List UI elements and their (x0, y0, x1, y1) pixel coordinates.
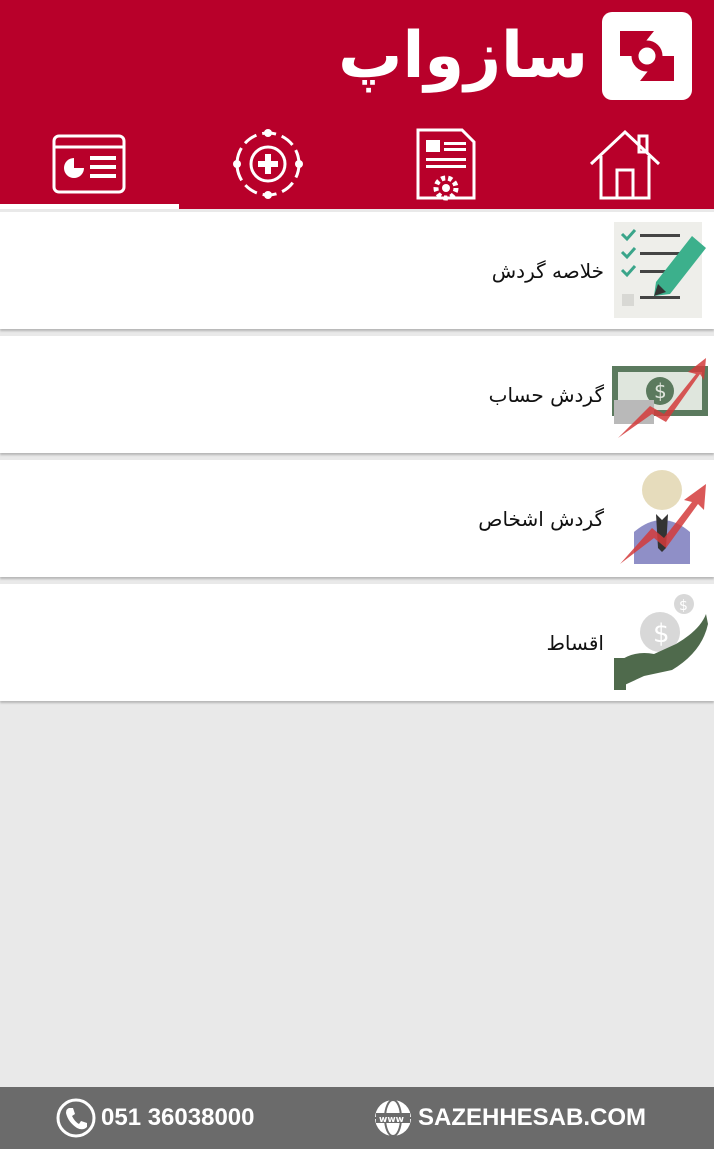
dashboard-card-icon (52, 134, 126, 193)
tab-indicator (536, 204, 714, 209)
tab-active-indicator (0, 204, 179, 209)
svg-text:$: $ (654, 379, 667, 403)
document-gear-icon (416, 128, 476, 200)
menu-item-persons-turnover[interactable]: گردش اشخاص (0, 460, 714, 577)
logo-text: سازواپ (338, 19, 588, 93)
tab-home[interactable] (536, 118, 714, 209)
menu-item-label: خلاصه گردش (491, 258, 604, 283)
menu-item-summary[interactable]: خلاصه گردش (0, 212, 714, 329)
tab-add[interactable] (179, 118, 358, 209)
tab-reports[interactable] (357, 118, 536, 209)
tab-bar (0, 118, 714, 209)
app-logo: سازواپ (338, 10, 692, 102)
person-growth-icon (620, 470, 706, 564)
tab-indicator (179, 204, 358, 209)
app-header: سازواپ (0, 0, 714, 209)
tab-indicator (357, 204, 536, 209)
money-growth-icon: $ (612, 358, 708, 438)
svg-text:$: $ (653, 619, 670, 649)
phone-number: 051 36038000 (101, 1104, 255, 1131)
logo-mark-icon (602, 12, 692, 100)
website-url: SAZEHHESAB.COM (417, 1104, 646, 1131)
menu-item-label: گردش حساب (488, 382, 604, 407)
contact-footer: 051 36038000 www SAZEHHESAB.COM (0, 1087, 714, 1149)
menu-item-installments[interactable]: اقساط $ $ (0, 584, 714, 701)
hand-coins-icon: $ $ (614, 594, 708, 690)
svg-text:www: www (379, 1115, 404, 1125)
globe-www-icon: www (374, 1099, 411, 1137)
menu-item-account-turnover[interactable]: گردش حساب $ (0, 336, 714, 453)
footer-website[interactable]: www SAZEHHESAB.COM (372, 1097, 646, 1139)
svg-text:$: $ (679, 598, 688, 614)
footer-phone[interactable]: 051 36038000 (55, 1097, 255, 1139)
tab-dashboard[interactable] (0, 118, 179, 209)
menu-item-label: اقساط (546, 630, 604, 655)
home-icon (589, 129, 660, 199)
checklist-marker-icon (614, 222, 706, 318)
circle-plus-icon (232, 128, 303, 199)
menu-item-label: گردش اشخاص (478, 506, 604, 531)
phone-icon (56, 1098, 96, 1138)
menu-list: خلاصه گردش گردش حساب $ گردش اشخاص اقساط … (0, 212, 714, 708)
